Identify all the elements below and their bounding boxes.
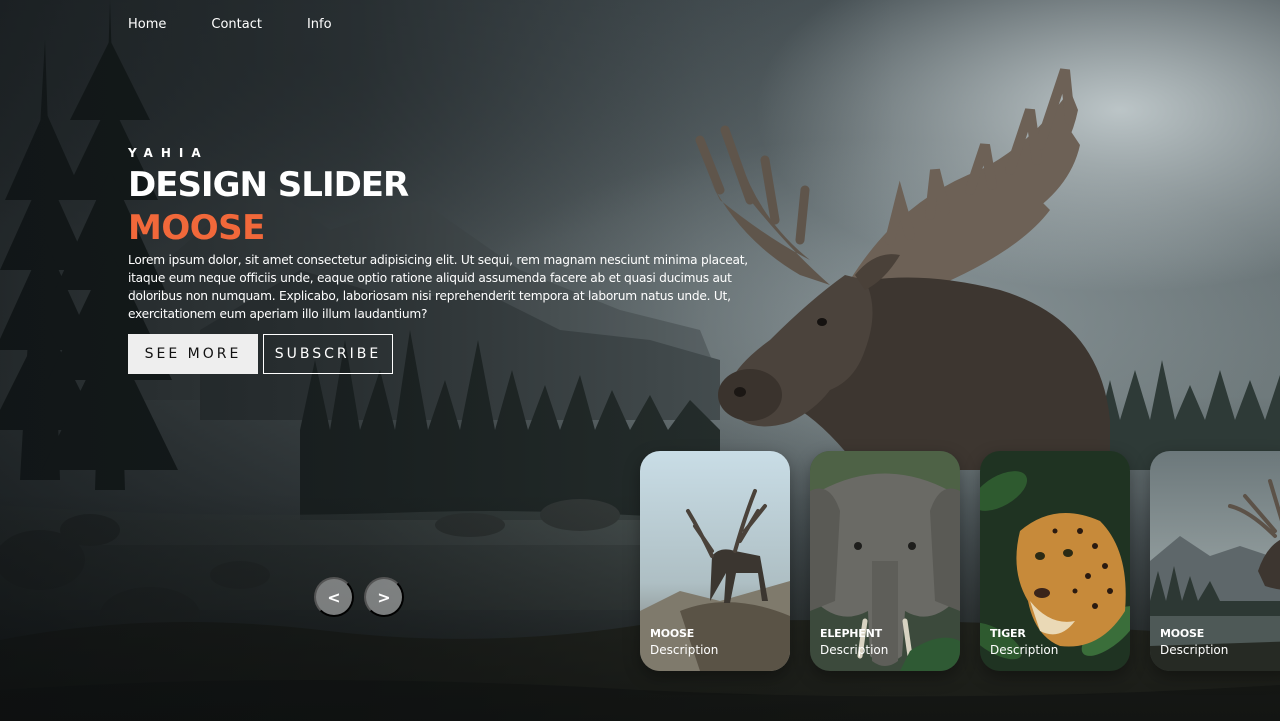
hero-buttons: SEE MORE SUBSCRIBE	[128, 334, 768, 374]
top-nav: Home Contact Info	[128, 16, 377, 34]
see-more-button[interactable]: SEE MORE	[128, 334, 258, 374]
thumbnail-elephant[interactable]: ELEPHENT Description	[810, 451, 960, 671]
thumbnail-description: Description	[990, 643, 1059, 657]
nav-link-contact[interactable]: Contact	[211, 16, 262, 34]
subscribe-button[interactable]: SUBSCRIBE	[263, 334, 393, 374]
thumbnail-title: MOOSE	[1160, 627, 1205, 640]
next-arrow-button[interactable]: >	[364, 577, 404, 617]
chevron-left-icon: <	[327, 587, 341, 607]
thumbnail-caption: TIGER Description	[990, 627, 1058, 659]
prev-arrow-button[interactable]: <	[314, 577, 354, 617]
thumbnail-tiger[interactable]: TIGER Description	[980, 451, 1130, 671]
hero-content: YAHIA DESIGN SLIDER MOOSE Lorem ipsum do…	[128, 146, 768, 374]
thumbnail-caption: MOOSE Description	[650, 627, 718, 659]
thumbnail-description: Description	[1160, 643, 1229, 657]
thumbnail-title: MOOSE	[650, 627, 695, 640]
slider-arrows: < >	[314, 577, 404, 617]
nav-link-info[interactable]: Info	[307, 16, 332, 34]
thumbnail-list: MOOSE Description ELEPHENT Description T…	[640, 451, 1280, 671]
thumbnail-moose-2[interactable]: MOOSE Description	[1150, 451, 1280, 671]
slider-description: Lorem ipsum dolor, sit amet consectetur …	[128, 253, 748, 321]
thumbnail-caption: ELEPHENT Description	[820, 627, 888, 659]
thumbnail-description: Description	[820, 643, 889, 657]
thumbnail-caption: MOOSE Description	[1160, 627, 1228, 659]
chevron-right-icon: >	[377, 587, 391, 607]
slider-title: DESIGN SLIDER	[128, 165, 409, 205]
slider-topic: MOOSE	[128, 208, 265, 248]
thumbnail-title: TIGER	[990, 627, 1026, 640]
thumbnail-moose[interactable]: MOOSE Description	[640, 451, 790, 671]
thumbnail-title: ELEPHENT	[820, 627, 882, 640]
nav-link-home[interactable]: Home	[128, 16, 166, 34]
thumbnail-description: Description	[650, 643, 719, 657]
author-label: YAHIA	[128, 146, 209, 160]
